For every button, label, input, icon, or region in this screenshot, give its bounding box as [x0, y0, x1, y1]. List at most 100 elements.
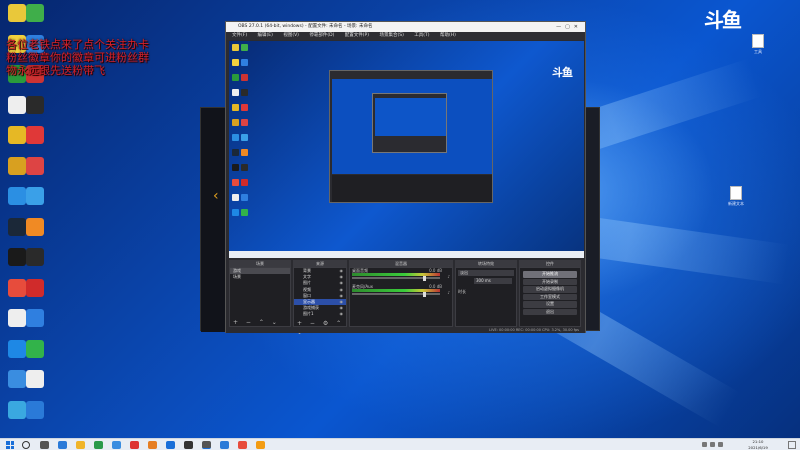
- scene-item[interactable]: 场景: [230, 274, 290, 280]
- obs-preview-canvas[interactable]: 斗鱼: [229, 41, 584, 258]
- desktop-app-icon[interactable]: [26, 248, 44, 266]
- desktop-app-icon[interactable]: [8, 4, 26, 22]
- network-icon[interactable]: [702, 442, 707, 447]
- obs-title-bar: OBS 27.0.1 (64-bit, windows) - 配置文件: 未命名…: [226, 22, 585, 32]
- task-view-icon[interactable]: [40, 441, 49, 449]
- desktop-app-icon[interactable]: [8, 126, 26, 144]
- windows-start-icon[interactable]: [6, 441, 14, 449]
- preview-desktop-icon: [232, 194, 239, 201]
- menu-edit[interactable]: 编辑(E): [258, 33, 273, 38]
- notification-icon[interactable]: [788, 441, 796, 449]
- preview-desktop-icon: [241, 59, 248, 66]
- desktop-app-icon[interactable]: [8, 309, 26, 327]
- sources-header: 来源: [293, 260, 347, 267]
- taskbar-app-icon[interactable]: [220, 441, 229, 449]
- volume-slider[interactable]: [352, 277, 440, 279]
- speaker-icon[interactable]: ♪: [447, 290, 450, 295]
- volume-meter: [352, 273, 440, 276]
- obs-taskbar-icon[interactable]: [202, 441, 211, 449]
- virtual-camera-button[interactable]: 启动虚拟摄像机: [523, 286, 577, 293]
- folder-icon[interactable]: [76, 441, 85, 449]
- desktop-app-icon[interactable]: [8, 370, 26, 388]
- source-label: 图片: [303, 280, 311, 286]
- obs-menu-bar: 文件(F) 编辑(E) 视图(V) 停靠部件(D) 配置文件(P) 场景集合(S…: [226, 32, 585, 40]
- source-item[interactable]: 图片1 ◉: [294, 311, 346, 317]
- search-icon[interactable]: [22, 441, 30, 449]
- start-recording-button[interactable]: 开始录制: [523, 278, 577, 285]
- desktop-file-icon[interactable]: [730, 186, 742, 200]
- taskbar-app-icon[interactable]: [148, 441, 157, 449]
- volume-slider-knob[interactable]: [422, 291, 426, 297]
- eye-icon[interactable]: ◉: [340, 311, 344, 317]
- transition-select[interactable]: 淡出: [458, 270, 514, 276]
- menu-view[interactable]: 视图(V): [283, 33, 299, 38]
- desktop-file-icon[interactable]: [752, 34, 764, 48]
- desktop-app-icon[interactable]: [8, 278, 26, 297]
- taskbar-clock[interactable]: 21:10 2021/6/19: [738, 439, 778, 450]
- desktop-app-icon[interactable]: [26, 400, 44, 419]
- preview-desktop-icon: [232, 134, 239, 141]
- taskbar-app-icon[interactable]: [238, 441, 247, 449]
- desktop-app-icon[interactable]: [26, 370, 44, 388]
- taskbar-app-icon[interactable]: [94, 441, 103, 449]
- nested-obs-preview-2: [372, 93, 447, 153]
- volume-slider-knob[interactable]: [422, 275, 426, 281]
- desktop-app-icon[interactable]: [8, 400, 26, 419]
- chevron-left-icon[interactable]: ‹: [213, 188, 219, 204]
- controls-dock: 开始推流 开始录制 启动虚拟摄像机 工作室模式 设置 退出: [519, 267, 581, 327]
- preview-douyu-logo: 斗鱼: [552, 66, 573, 79]
- nested-preview-canvas-2: [375, 98, 446, 136]
- desktop-app-icon[interactable]: [8, 187, 26, 205]
- taskbar-app-icon[interactable]: [166, 441, 175, 449]
- desktop-app-icon[interactable]: [26, 309, 44, 327]
- window-controls[interactable]: —▢✕: [556, 22, 582, 32]
- desktop-app-icon[interactable]: [26, 339, 44, 358]
- menu-help[interactable]: 帮助(H): [440, 33, 456, 38]
- desktop-app-icon[interactable]: [8, 156, 26, 175]
- source-label: 显示器: [303, 298, 315, 304]
- taskbar-app-icon[interactable]: [58, 441, 67, 449]
- ime-icon[interactable]: [718, 442, 723, 447]
- preview-desktop-icon: [232, 104, 239, 111]
- start-streaming-button[interactable]: 开始推流: [523, 271, 577, 278]
- nested-obs-preview: [329, 70, 493, 203]
- mixer-channel: 麦克风/Aux 0.0 dB ♪: [350, 284, 452, 298]
- desktop-app-icon[interactable]: [26, 4, 44, 22]
- taskbar-app-icon[interactable]: [256, 441, 265, 449]
- menu-tools[interactable]: 工具(T): [414, 33, 429, 38]
- menu-file[interactable]: 文件(F): [232, 33, 247, 38]
- source-label: 背景: [303, 268, 311, 273]
- menu-scene-collection[interactable]: 场景集合(S): [379, 33, 403, 38]
- settings-button[interactable]: 设置: [523, 301, 577, 308]
- preview-desktop-icon: [241, 164, 248, 171]
- volume-slider[interactable]: [352, 293, 440, 295]
- menu-profile[interactable]: 配置文件(P): [345, 33, 369, 38]
- studio-mode-button[interactable]: 工作室模式: [523, 293, 577, 300]
- desktop-app-icon[interactable]: [8, 95, 26, 114]
- douyu-watermark-logo: 斗鱼: [704, 8, 742, 32]
- transition-duration-input[interactable]: 300 ms: [474, 278, 512, 284]
- taskbar-app-icon[interactable]: [112, 441, 121, 449]
- speaker-icon[interactable]: ♪: [447, 274, 450, 279]
- obs-window-title: OBS 27.0.1 (64-bit, windows) - 配置文件: 未命名…: [238, 24, 373, 29]
- desktop-app-icon[interactable]: [26, 278, 44, 297]
- taskbar-app-icon[interactable]: [184, 441, 193, 449]
- scenes-toolbar[interactable]: + − ⌃ ⌄: [230, 318, 280, 327]
- taskbar-app-icon[interactable]: [130, 441, 139, 449]
- obs-window[interactable]: OBS 27.0.1 (64-bit, windows) - 配置文件: 未命名…: [225, 21, 586, 336]
- nested-preview-canvas: [332, 79, 492, 174]
- desktop-app-icon[interactable]: [8, 217, 26, 236]
- volume-icon[interactable]: [710, 442, 715, 447]
- desktop-app-icon[interactable]: [26, 156, 44, 175]
- desktop-app-icon[interactable]: [26, 187, 44, 205]
- desktop-app-icon[interactable]: [26, 217, 44, 236]
- menu-docks[interactable]: 停靠部件(D): [309, 33, 334, 38]
- exit-button[interactable]: 退出: [523, 308, 577, 315]
- desktop-app-icon[interactable]: [26, 95, 44, 114]
- preview-desktop-icon: [241, 194, 248, 201]
- obs-status-bar: LIVE: 00:00:00 REC: 00:00:00 CPU: 3.2%, …: [226, 327, 585, 333]
- desktop-app-icon[interactable]: [26, 126, 44, 144]
- nested-docks: [332, 175, 492, 202]
- desktop-app-icon[interactable]: [8, 339, 26, 358]
- desktop-app-icon[interactable]: [8, 248, 26, 266]
